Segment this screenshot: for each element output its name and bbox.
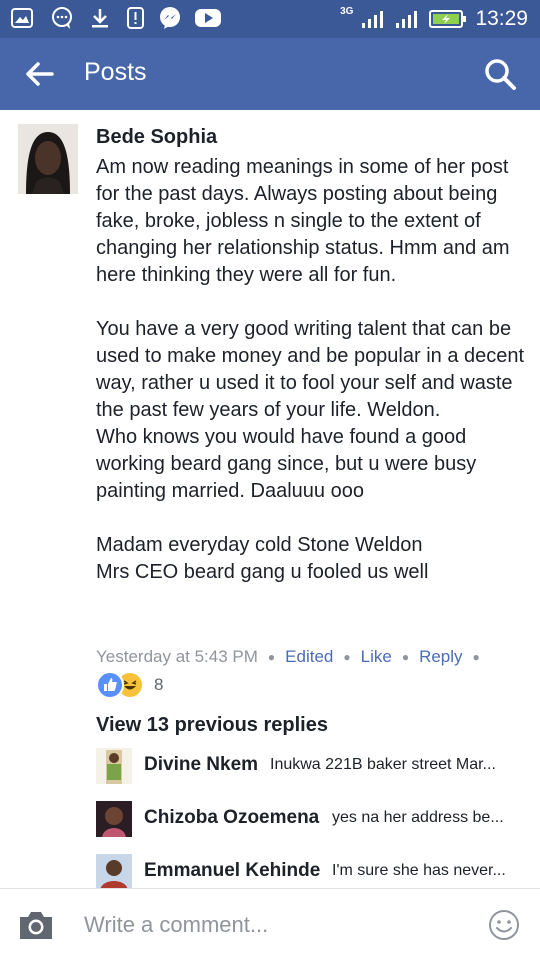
comment-thread: Bede Sophia Am now reading meanings in s… bbox=[0, 110, 540, 890]
camera-icon[interactable] bbox=[16, 907, 56, 943]
battery-icon bbox=[429, 10, 467, 28]
status-bar: 3G 13:29 bbox=[0, 0, 540, 38]
signal-icon-2 bbox=[396, 11, 418, 28]
separator-dot: ● bbox=[472, 650, 480, 664]
youtube-icon bbox=[195, 9, 221, 27]
edited-link[interactable]: Edited bbox=[285, 647, 333, 667]
separator-dot: ● bbox=[401, 650, 410, 664]
comment-text: Am now reading meanings in some of her p… bbox=[96, 156, 525, 583]
avatar[interactable] bbox=[18, 124, 78, 194]
download-icon bbox=[92, 9, 108, 28]
page-title: Posts bbox=[84, 58, 147, 86]
reply-author[interactable]: Emmanuel Kehinde bbox=[144, 860, 320, 882]
notification-icon bbox=[127, 7, 144, 29]
comment-composer bbox=[0, 888, 540, 961]
like-button[interactable]: Like bbox=[361, 647, 392, 667]
chat-icon bbox=[52, 7, 72, 29]
comment-meta: Yesterday at 5:43 PM ● Edited ● Like ● R… bbox=[96, 647, 490, 667]
avatar[interactable] bbox=[96, 854, 132, 890]
avatar[interactable] bbox=[96, 748, 132, 784]
reaction-count: 8 bbox=[154, 675, 164, 694]
view-previous-replies[interactable]: View 13 previous replies bbox=[96, 714, 328, 737]
comment-input[interactable] bbox=[84, 909, 464, 941]
reactions-summary[interactable]: 8 bbox=[96, 671, 164, 699]
messenger-icon bbox=[160, 7, 180, 29]
profile-photo bbox=[18, 124, 78, 194]
reply-text: Inukwa 221B baker street Mar... bbox=[270, 756, 496, 773]
reply-button[interactable]: Reply bbox=[419, 647, 462, 667]
comment-author[interactable]: Bede Sophia bbox=[96, 126, 217, 149]
signal-icon bbox=[362, 11, 384, 28]
reply-text: I'm sure she has never... bbox=[332, 862, 506, 879]
separator-dot: ● bbox=[267, 650, 276, 664]
reply-item[interactable]: Divine Nkem Inukwa 221B baker street Mar… bbox=[96, 748, 536, 788]
status-right: 3G 13:29 bbox=[340, 4, 528, 34]
thumbs-up-icon bbox=[96, 671, 124, 699]
reply-item[interactable]: Emmanuel Kehinde I'm sure she has never.… bbox=[96, 854, 536, 890]
network-type: 3G bbox=[340, 5, 354, 17]
separator-dot: ● bbox=[343, 650, 351, 664]
smiley-icon[interactable] bbox=[488, 909, 520, 941]
timestamp: Yesterday at 5:43 PM bbox=[96, 647, 258, 666]
gallery-icon bbox=[11, 8, 33, 28]
reply-text: yes na her address be... bbox=[332, 809, 504, 826]
search-icon[interactable] bbox=[482, 56, 518, 92]
reply-author[interactable]: Divine Nkem bbox=[144, 754, 258, 776]
app-bar: Posts bbox=[0, 38, 540, 110]
avatar[interactable] bbox=[96, 801, 132, 837]
arrow-left-icon[interactable] bbox=[22, 58, 58, 90]
reply-item[interactable]: Chizoba Ozoemena yes na her address be..… bbox=[96, 801, 536, 841]
reply-author[interactable]: Chizoba Ozoemena bbox=[144, 807, 319, 829]
clock: 13:29 bbox=[475, 7, 528, 30]
